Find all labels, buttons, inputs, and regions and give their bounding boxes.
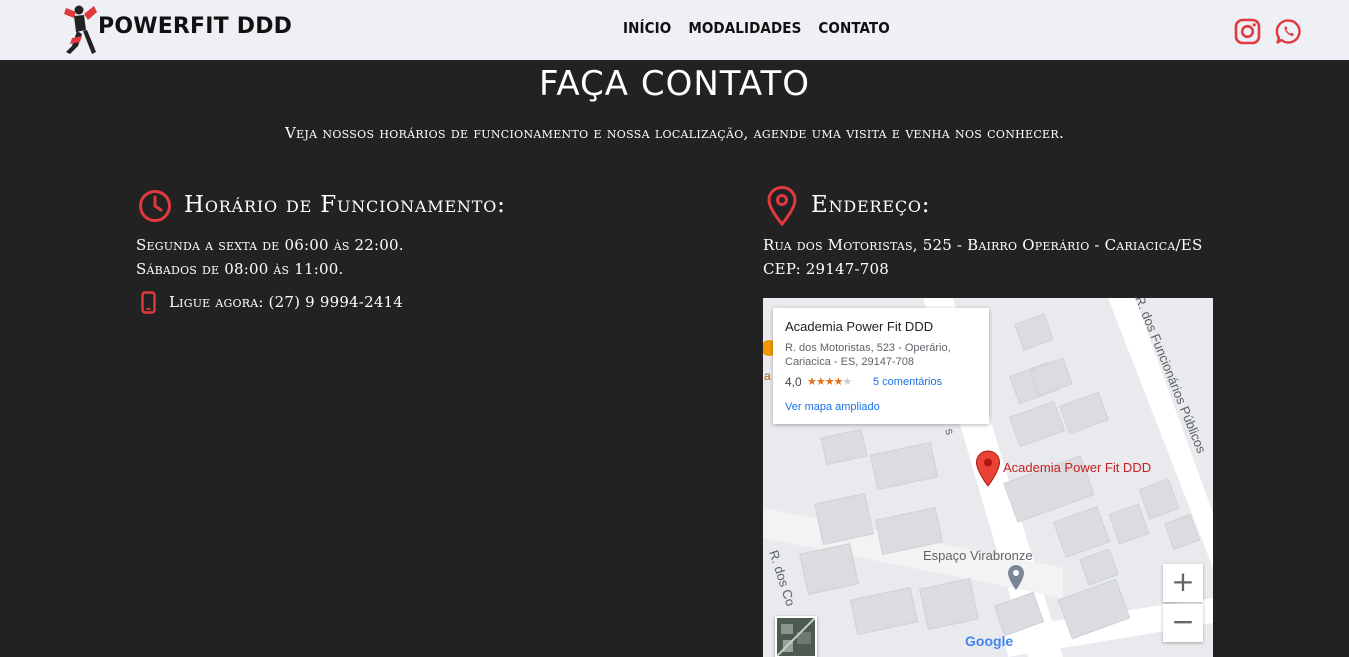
map-street-label: R. dos Funcionários Públicos xyxy=(1132,298,1209,456)
location-pin-icon xyxy=(767,185,797,227)
map-card-address: R. dos Motoristas, 523 - Operário, Caria… xyxy=(785,342,951,368)
zoom-out-button[interactable]: − xyxy=(1163,604,1203,642)
map-card-reviews-link[interactable]: 5 comentários xyxy=(873,376,942,388)
zoom-in-button[interactable]: + xyxy=(1163,564,1203,602)
page-subtitle: Veja nossos horários de funcionamento e … xyxy=(284,124,1065,142)
map-card-view-larger-link[interactable]: Ver mapa ampliado xyxy=(785,401,880,413)
satellite-toggle[interactable] xyxy=(775,616,817,657)
logo-icon[interactable] xyxy=(62,2,98,56)
map-info-card: Academia Power Fit DDD R. dos Motoristas… xyxy=(773,308,989,424)
address-title: Endereço: xyxy=(811,192,931,218)
brand-name[interactable]: POWERFIT DDD xyxy=(98,14,292,39)
map-street-label: s xyxy=(942,426,957,436)
hours-saturday: Sábados de 08:00 às 11:00. xyxy=(136,260,344,278)
nav-link-modalidades[interactable]: MODALIDADES xyxy=(688,19,801,37)
phone-link[interactable]: Ligue agora: (27) 9 9994-2414 xyxy=(169,293,403,311)
clock-icon xyxy=(139,190,171,222)
nav-link-contato[interactable]: CONTATO xyxy=(818,19,889,37)
main-nav: INÍCIO MODALIDADES CONTATO xyxy=(623,19,890,37)
whatsapp-link[interactable] xyxy=(1275,18,1302,45)
map-street-label: R. dos Co xyxy=(766,548,798,608)
instagram-icon xyxy=(1234,18,1261,45)
map-pin-label: Academia Power Fit DDD xyxy=(1003,460,1151,475)
address-cep: CEP: 29147-708 xyxy=(763,260,890,278)
page-title: FAÇA CONTATO xyxy=(538,64,811,104)
hours-title: Horário de Funcionamento: xyxy=(184,192,506,218)
satellite-thumbnail-icon xyxy=(776,617,816,657)
google-logo: Google xyxy=(965,633,1013,649)
nav-link-inicio[interactable]: INÍCIO xyxy=(623,19,671,37)
address-line-1: Rua dos Motoristas, 525 - Bairro Operári… xyxy=(763,236,1203,254)
map-card-title: Academia Power Fit DDD xyxy=(785,319,934,334)
hours-weekdays: Segunda a sexta de 06:00 às 22:00. xyxy=(136,236,404,254)
whatsapp-icon xyxy=(1275,19,1301,44)
map-marker-icon[interactable] xyxy=(975,450,1001,488)
poi-marker-icon[interactable] xyxy=(1007,564,1025,592)
rating-stars-icon: ★★★★★ xyxy=(807,376,852,388)
phone-icon xyxy=(141,291,156,314)
map-card-rating: 4,0 xyxy=(785,375,802,389)
instagram-link[interactable] xyxy=(1234,18,1261,45)
top-navbar: POWERFIT DDD INÍCIO MODALIDADES CONTATO xyxy=(0,0,1349,60)
map-poi-label: Espaço Virabronze xyxy=(923,548,1033,563)
map-poi-letter: a xyxy=(764,369,771,383)
